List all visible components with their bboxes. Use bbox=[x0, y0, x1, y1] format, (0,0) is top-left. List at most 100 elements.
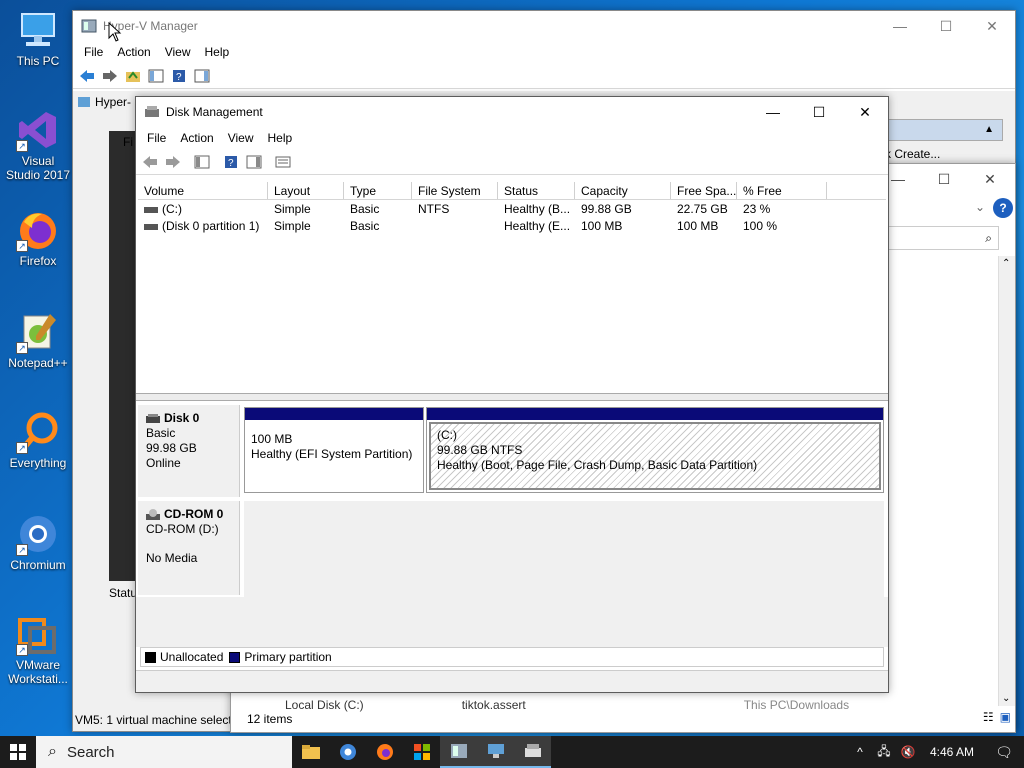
chevron-down-icon[interactable]: ⌄ bbox=[975, 200, 985, 214]
taskbar-firefox[interactable] bbox=[366, 736, 403, 768]
back-arrow-icon[interactable] bbox=[77, 66, 97, 86]
volume-muted-icon[interactable]: 🔇 bbox=[896, 745, 920, 759]
disk-icon bbox=[146, 413, 160, 423]
col-status[interactable]: Status bbox=[498, 182, 575, 199]
close-button[interactable]: ✕ bbox=[967, 164, 1013, 194]
action-create[interactable]: k Create... bbox=[885, 147, 940, 161]
computer-icon bbox=[16, 8, 60, 52]
col-free-space[interactable]: Free Spa... bbox=[671, 182, 737, 199]
col-file-system[interactable]: File System bbox=[412, 182, 498, 199]
list-item[interactable]: tiktok.assert bbox=[462, 698, 526, 712]
legend-primary: Primary partition bbox=[244, 650, 332, 664]
scroll-down-icon[interactable]: ⌄ bbox=[1002, 693, 1010, 704]
volume-list: (C:) Simple Basic NTFS Healthy (B... 99.… bbox=[138, 201, 886, 391]
taskbar-search-box[interactable]: ⌕ Search bbox=[36, 736, 292, 768]
sub-menu-file[interactable]: Fi bbox=[123, 135, 133, 149]
show-hide-tree-icon[interactable] bbox=[192, 152, 212, 172]
menu-action[interactable]: Action bbox=[173, 131, 220, 145]
col-percent-free[interactable]: % Free bbox=[737, 182, 827, 199]
minimize-button[interactable]: — bbox=[877, 11, 923, 41]
hyperv-icon bbox=[81, 19, 97, 33]
table-row[interactable]: (Disk 0 partition 1) Simple Basic Health… bbox=[138, 218, 886, 235]
taskbar-vm-connect[interactable] bbox=[477, 736, 514, 768]
desktop-icon-label: Notepad++ bbox=[8, 356, 68, 370]
mouse-cursor-icon bbox=[108, 22, 122, 42]
details-view-icon[interactable]: ☷ bbox=[983, 710, 994, 724]
network-icon[interactable]: 🖧 bbox=[872, 742, 896, 763]
large-icons-view-icon[interactable]: ▣ bbox=[1000, 710, 1011, 724]
show-hidden-icons-chevron-icon[interactable]: ^ bbox=[848, 745, 872, 759]
partition-c[interactable]: (C:) 99.88 GB NTFS Healthy (Boot, Page F… bbox=[426, 407, 884, 493]
desktop-icon-vmware[interactable]: ↗ VMware Workstati... bbox=[4, 612, 72, 686]
properties-icon[interactable] bbox=[273, 152, 293, 172]
taskbar-store[interactable] bbox=[403, 736, 440, 768]
help-icon[interactable]: ? bbox=[169, 66, 189, 86]
close-button[interactable]: ✕ bbox=[842, 97, 888, 127]
clock[interactable]: 4:46 AM bbox=[920, 745, 984, 759]
show-hide-tree-icon[interactable] bbox=[146, 66, 166, 86]
table-row[interactable]: (C:) Simple Basic NTFS Healthy (B... 99.… bbox=[138, 201, 886, 218]
pane-splitter[interactable] bbox=[136, 393, 888, 401]
desktop-icon-chromium[interactable]: ↗ Chromium bbox=[4, 512, 72, 572]
back-arrow-icon[interactable] bbox=[140, 152, 160, 172]
menu-help[interactable]: Help bbox=[198, 45, 237, 59]
taskbar-hyperv[interactable] bbox=[440, 736, 477, 768]
desktop-icon-visual-studio[interactable]: ↗ Visual Studio 2017 bbox=[4, 108, 72, 182]
folder-up-icon[interactable] bbox=[123, 66, 143, 86]
col-capacity[interactable]: Capacity bbox=[575, 182, 671, 199]
drive-icon bbox=[144, 223, 158, 230]
help-icon[interactable]: ? bbox=[993, 198, 1013, 218]
col-type[interactable]: Type bbox=[344, 182, 412, 199]
col-volume[interactable]: Volume bbox=[138, 182, 268, 199]
search-box[interactable]: ⌕ bbox=[887, 226, 999, 250]
drive-icon bbox=[144, 206, 158, 213]
items-count: 12 items bbox=[247, 712, 293, 726]
maximize-button[interactable]: ☐ bbox=[923, 11, 969, 41]
desktop-icon-this-pc[interactable]: This PC bbox=[4, 8, 72, 68]
desktop-icon-firefox[interactable]: ↗ Firefox bbox=[4, 208, 72, 268]
start-button[interactable] bbox=[0, 736, 36, 768]
vertical-scrollbar[interactable]: ⌃ ⌄ bbox=[998, 256, 1015, 706]
forward-arrow-icon[interactable] bbox=[163, 152, 183, 172]
menu-action[interactable]: Action bbox=[110, 45, 157, 59]
disk-0-label[interactable]: Disk 0 Basic 99.98 GB Online bbox=[138, 405, 240, 497]
show-action-pane-icon[interactable] bbox=[192, 66, 212, 86]
list-item[interactable]: This PC\Downloads bbox=[744, 698, 849, 712]
taskbar-file-explorer[interactable] bbox=[292, 736, 329, 768]
menu-file[interactable]: File bbox=[77, 45, 110, 59]
windows-logo-icon bbox=[10, 744, 26, 760]
maximize-button[interactable]: ☐ bbox=[921, 164, 967, 194]
hyperv-titlebar[interactable]: Hyper-V Manager — ☐ ✕ bbox=[73, 11, 1015, 41]
desktop-icon-notepadpp[interactable]: ↗ Notepad++ bbox=[4, 310, 72, 370]
taskbar-chromium[interactable] bbox=[329, 736, 366, 768]
partition-status: Healthy (EFI System Partition) bbox=[251, 447, 413, 461]
disk-management-titlebar[interactable]: Disk Management — ☐ ✕ bbox=[136, 97, 888, 127]
action-center-icon[interactable]: 🗨 bbox=[984, 744, 1024, 761]
close-button[interactable]: ✕ bbox=[969, 11, 1015, 41]
menu-help[interactable]: Help bbox=[261, 131, 300, 145]
menu-view[interactable]: View bbox=[221, 131, 261, 145]
explorer-titlebar-controls: — ☐ ✕ bbox=[875, 164, 1015, 194]
list-item[interactable]: Local Disk (C:) bbox=[285, 698, 364, 712]
show-action-pane-icon[interactable] bbox=[244, 152, 264, 172]
tree-item-hyperv[interactable]: Hyper- bbox=[77, 95, 131, 109]
volume-type: Basic bbox=[350, 219, 380, 233]
menu-file[interactable]: File bbox=[140, 131, 173, 145]
menu-view[interactable]: View bbox=[158, 45, 198, 59]
disk-size: 99.98 GB bbox=[146, 441, 197, 455]
actions-header[interactable]: ▲ bbox=[883, 119, 1003, 141]
minimize-button[interactable]: — bbox=[750, 97, 796, 127]
scroll-up-icon[interactable]: ⌃ bbox=[1002, 258, 1010, 269]
collapse-up-icon[interactable]: ▲ bbox=[984, 124, 994, 135]
partition-efi[interactable]: 100 MB Healthy (EFI System Partition) bbox=[244, 407, 424, 493]
disk-management-window[interactable]: Disk Management — ☐ ✕ File Action View H… bbox=[135, 96, 889, 693]
help-icon[interactable]: ? bbox=[221, 152, 241, 172]
desktop-icon-everything[interactable]: ↗ Everything bbox=[4, 410, 72, 470]
unallocated-swatch bbox=[145, 651, 156, 663]
col-layout[interactable]: Layout bbox=[268, 182, 344, 199]
maximize-button[interactable]: ☐ bbox=[796, 97, 842, 127]
taskbar-disk-management[interactable] bbox=[514, 736, 551, 768]
forward-arrow-icon[interactable] bbox=[100, 66, 120, 86]
shortcut-arrow-icon: ↗ bbox=[16, 644, 28, 656]
cdrom-0-label[interactable]: CD-ROM 0 CD-ROM (D:) No Media bbox=[138, 501, 240, 595]
